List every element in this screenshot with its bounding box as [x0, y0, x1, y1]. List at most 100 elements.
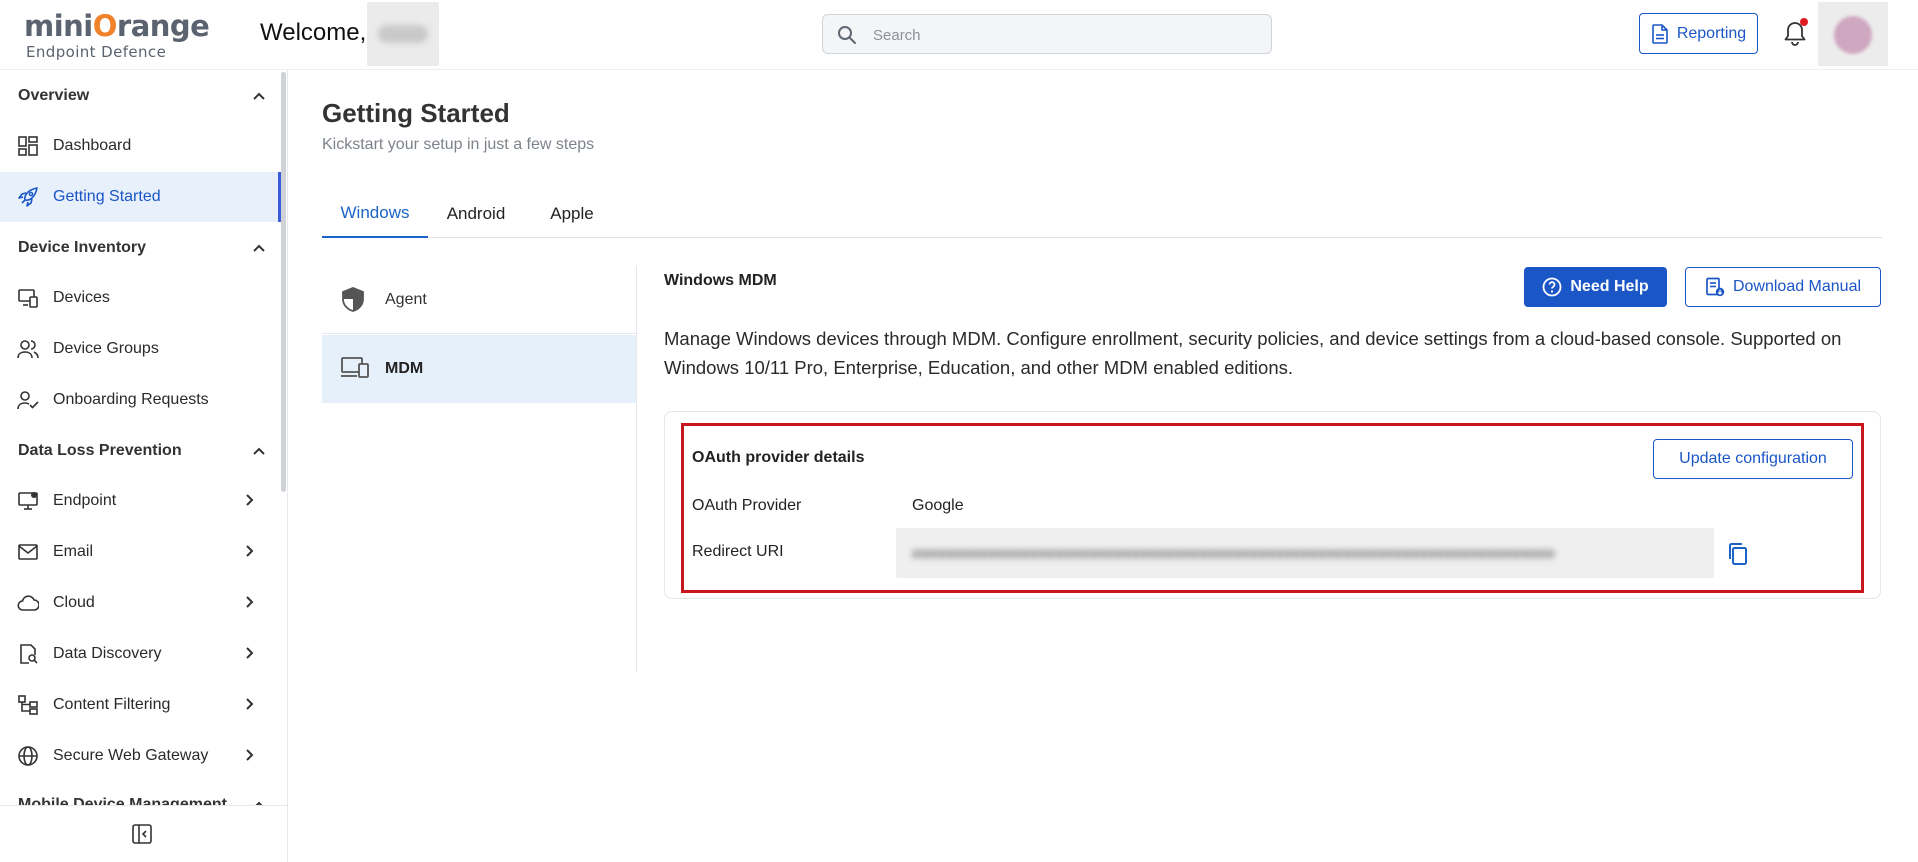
welcome-text: Welcome, — [260, 19, 367, 46]
dashboard-icon — [18, 136, 38, 156]
sidebar-item-label: Content Filtering — [53, 696, 171, 713]
devices-icon — [341, 357, 369, 378]
chevron-right-icon — [246, 494, 254, 506]
sidebar-item-secure-web-gateway[interactable]: Secure Web Gateway — [0, 731, 282, 781]
sidebar-item-label: Secure Web Gateway — [53, 747, 209, 764]
sidebar-item-cloud[interactable]: Cloud — [0, 578, 282, 628]
mail-icon — [18, 544, 38, 560]
globe-icon — [18, 746, 38, 766]
sidebar-item-content-filtering[interactable]: Content Filtering — [0, 680, 282, 730]
manual-download-icon — [1706, 277, 1725, 297]
chevron-right-icon — [246, 647, 254, 659]
download-manual-button[interactable]: Download Manual — [1685, 267, 1881, 307]
user-check-icon — [17, 391, 39, 410]
tab-android[interactable]: Android — [432, 190, 520, 238]
search-box[interactable] — [822, 14, 1272, 54]
search-icon — [838, 26, 856, 44]
sidebar-item-label: Onboarding Requests — [53, 391, 209, 408]
sidebar-item-endpoint[interactable]: Endpoint — [0, 476, 282, 526]
page-title: Getting Started — [322, 98, 510, 128]
tab-apple[interactable]: Apple — [528, 190, 616, 238]
chevron-up-icon — [253, 244, 265, 252]
subnav-item-label: Agent — [385, 290, 427, 308]
oauth-provider-value: Google — [912, 497, 964, 514]
sidebar-item-label: Device Groups — [53, 340, 159, 357]
rocket-icon — [18, 187, 38, 207]
redirect-uri-field[interactable]: ■■■■■■■■■■■■■■■■■■■■■■■■■■■■■■■■■■■■■■■■… — [896, 528, 1714, 578]
chevron-right-icon — [246, 749, 254, 761]
sidebar-item-email[interactable]: Email — [0, 527, 282, 577]
update-configuration-button[interactable]: Update configuration — [1653, 439, 1853, 479]
sidebar-item-label: Devices — [53, 289, 110, 306]
sidebar-item-getting-started[interactable]: Getting Started — [0, 172, 282, 222]
tab-windows[interactable]: Windows — [322, 190, 428, 238]
redirect-uri-redacted: ■■■■■■■■■■■■■■■■■■■■■■■■■■■■■■■■■■■■■■■■… — [912, 545, 1555, 561]
subnav-item-mdm[interactable]: MDM — [322, 335, 636, 403]
setup-subnav: Agent MDM — [322, 266, 637, 672]
download-manual-label: Download Manual — [1732, 278, 1862, 295]
sidebar-item-onboarding-requests[interactable]: Onboarding Requests — [0, 375, 282, 425]
section-device-inventory[interactable]: Device Inventory — [18, 233, 266, 263]
filter-tree-icon — [18, 695, 38, 715]
notification-dot — [1800, 18, 1808, 26]
sidebar-item-dashboard[interactable]: Dashboard — [0, 121, 282, 171]
sidebar-footer — [0, 805, 287, 862]
cloud-icon — [17, 595, 39, 611]
sidebar: Overview Dashboard Getting Started Devic… — [0, 70, 288, 862]
monitor-icon — [18, 492, 38, 510]
logo-wordmark: miniOrange — [24, 9, 210, 43]
logo-accent: O — [92, 9, 118, 43]
section-mobile-device-management[interactable]: Mobile Device Management — [18, 790, 266, 805]
devices-icon — [18, 289, 38, 308]
sidebar-item-label: Data Discovery — [53, 645, 162, 662]
miniorange-logo[interactable]: miniOrange Endpoint Defence — [24, 9, 210, 61]
redacted-username — [367, 2, 439, 66]
report-document-icon — [1652, 23, 1668, 44]
top-header: miniOrange Endpoint Defence Welcome, Rep… — [0, 0, 1918, 70]
logo-subtitle: Endpoint Defence — [26, 43, 167, 61]
sidebar-item-device-groups[interactable]: Device Groups — [0, 324, 282, 374]
logo-prefix: mini — [24, 9, 93, 43]
reporting-button[interactable]: Reporting — [1639, 13, 1758, 54]
section-label: Device Inventory — [18, 239, 147, 256]
oauth-card-title: OAuth provider details — [692, 449, 865, 466]
user-avatar-button[interactable] — [1818, 2, 1888, 66]
sidebar-item-label: Cloud — [53, 594, 95, 611]
shield-icon — [342, 287, 364, 312]
collapse-sidebar-icon[interactable] — [131, 823, 153, 845]
sidebar-item-label: Dashboard — [53, 137, 132, 154]
os-tabs: Windows Android Apple — [322, 190, 1882, 238]
mdm-description: Manage Windows devices through MDM. Conf… — [664, 328, 1842, 378]
notifications-button[interactable] — [1780, 18, 1812, 50]
section-label: Overview — [18, 87, 90, 104]
oauth-provider-label: OAuth Provider — [692, 497, 802, 514]
page-subtitle: Kickstart your setup in just a few steps — [322, 136, 595, 153]
section-label: Data Loss Prevention — [18, 442, 182, 459]
chevron-up-icon — [253, 92, 265, 100]
redirect-uri-label: Redirect URI — [692, 543, 784, 560]
sidebar-item-data-discovery[interactable]: Data Discovery — [0, 629, 282, 679]
reporting-label: Reporting — [1676, 24, 1747, 42]
section-label: Mobile Device Management — [18, 796, 227, 805]
chevron-right-icon — [246, 545, 254, 557]
avatar — [1834, 16, 1872, 54]
copy-icon[interactable] — [1727, 542, 1749, 566]
need-help-button[interactable]: Need Help — [1524, 267, 1667, 307]
section-data-loss-prevention[interactable]: Data Loss Prevention — [18, 436, 266, 466]
logo-suffix: range — [116, 9, 210, 43]
help-circle-icon — [1542, 277, 1562, 297]
subnav-item-agent[interactable]: Agent — [322, 266, 636, 334]
subnav-item-label: MDM — [385, 360, 424, 377]
chevron-right-icon — [246, 698, 254, 710]
sidebar-scroll-area: Overview Dashboard Getting Started Devic… — [0, 70, 282, 805]
sidebar-scrollbar[interactable] — [281, 72, 286, 492]
sidebar-item-label: Getting Started — [53, 188, 161, 205]
chevron-right-icon — [246, 596, 254, 608]
sidebar-item-label: Email — [53, 543, 94, 560]
need-help-label: Need Help — [1570, 278, 1649, 295]
section-overview[interactable]: Overview — [18, 81, 266, 111]
sidebar-item-label: Endpoint — [53, 492, 117, 509]
sidebar-item-devices[interactable]: Devices — [0, 273, 282, 323]
content-title: Windows MDM — [664, 272, 777, 289]
search-input[interactable] — [873, 23, 1253, 47]
